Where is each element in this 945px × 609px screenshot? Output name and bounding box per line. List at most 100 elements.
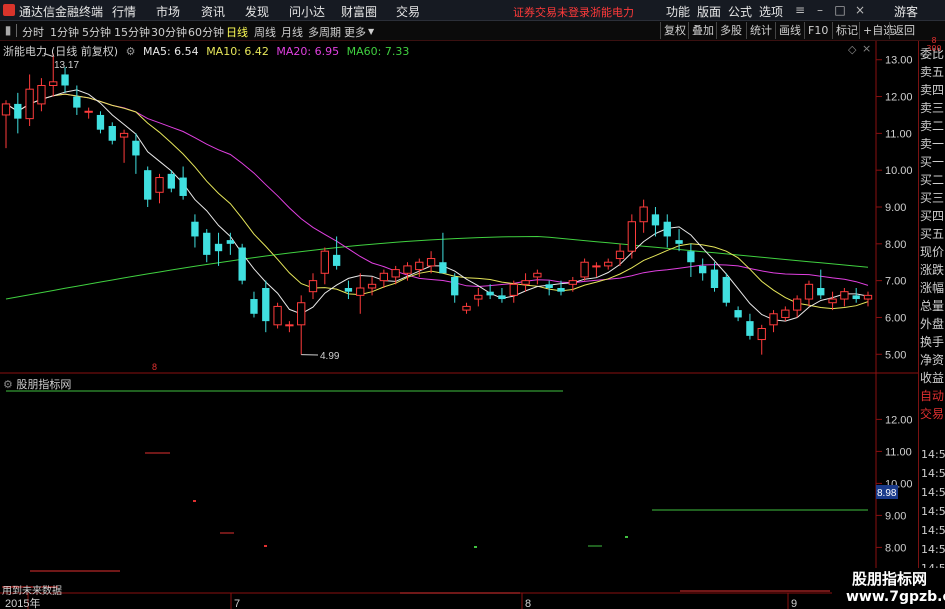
menu-functions[interactable]: 功能 — [666, 3, 690, 20]
period-30min[interactable]: 30分钟 — [151, 24, 187, 40]
adjust-button[interactable]: 复权 — [660, 22, 689, 39]
low-price-label: 4.99 — [320, 351, 340, 362]
minimize-icon[interactable]: – — [812, 2, 828, 18]
statistics-button[interactable]: 统计 — [746, 22, 775, 39]
multi-stock-button[interactable]: 多股 — [716, 22, 745, 39]
toolbar-divider — [16, 24, 17, 37]
sub-y-axis-ticks: 12.0011.0010.009.008.007.00 — [876, 414, 913, 586]
menu-discover[interactable]: 发现 — [245, 3, 269, 20]
period-1min[interactable]: 1分钟 — [50, 24, 79, 40]
watermark: 股朋指标网 www.7gpzb.com — [832, 568, 945, 609]
menu-trade[interactable]: 交易 — [396, 3, 420, 20]
period-15min[interactable]: 15分钟 — [114, 24, 150, 40]
side-panel-label: 委比 — [920, 47, 945, 61]
period-multi[interactable]: 多周期 — [308, 24, 341, 40]
sidebar-toggle-icon[interactable]: ▮ — [0, 22, 16, 38]
menu-quotes[interactable]: 行情 — [112, 3, 136, 20]
menu-wealth[interactable]: 财富圈 — [341, 3, 377, 20]
side-panel-label: 收益 — [920, 371, 945, 385]
tick-time: 14:56 — [921, 505, 945, 518]
candle-body-down — [486, 291, 494, 296]
y-tick-label: 9.00 — [885, 202, 906, 214]
side-panel-label[interactable]: 自动 — [920, 387, 945, 405]
side-panel-label: 换手 — [920, 335, 945, 349]
sub-y-tick-label: 9.00 — [885, 510, 906, 522]
x-label-aug: 8 — [525, 598, 531, 609]
side-panel-label: 总量 — [920, 299, 945, 313]
f10-button[interactable]: F10 — [804, 22, 831, 39]
candlestick-chart[interactable]: 13.00 12.00 11.00 10.00 9.00 8.00 7.00 6.00 5.00… — [0, 41, 945, 609]
guest-login[interactable]: 游客 — [894, 3, 918, 20]
maximize-icon[interactable]: □ — [832, 2, 848, 18]
candle-body-down — [262, 288, 270, 322]
indicator-dot — [193, 500, 196, 502]
sub-gear-icon[interactable]: ⚙ — [3, 378, 13, 391]
period-more[interactable]: 更多 — [344, 24, 366, 40]
y-tick-label: 10.00 — [885, 165, 913, 177]
side-panel-label: 买二 — [920, 173, 945, 187]
candle-body-down — [746, 321, 754, 336]
ma-legend: 浙能电力 (日线 前复权) ⚙ MA5: 6.54 MA10: 6.42 MA20… — [3, 43, 413, 59]
candle-body-up — [308, 280, 318, 293]
candle-body-up — [792, 298, 802, 311]
side-panel-label: 买四 — [920, 209, 945, 223]
y-tick-label: 6.00 — [885, 312, 906, 324]
side-panel-label: 买五 — [920, 227, 945, 241]
trade-login-notice[interactable]: 证券交易未登录 — [513, 4, 590, 20]
y-tick-label: 7.00 — [885, 276, 906, 288]
watermark-line1: 股朋指标网 — [852, 570, 928, 588]
period-weekly[interactable]: 周线 — [254, 24, 276, 40]
close-icon[interactable]: × — [852, 2, 868, 18]
period-intraday[interactable]: 分时 — [22, 24, 44, 40]
candle-body-up — [781, 309, 790, 318]
side-panel-label[interactable]: 交易 — [920, 405, 945, 423]
candle-body-up — [367, 283, 377, 289]
indicator-dot — [474, 546, 477, 548]
candle-body-down — [226, 240, 235, 244]
back-button[interactable]: 返回 — [889, 22, 918, 39]
side-panel-label: 涨幅 — [920, 281, 945, 295]
indicator-dot — [625, 536, 628, 538]
period-daily[interactable]: 日线 — [226, 24, 248, 40]
stock-name-label: 浙能电力 — [3, 45, 47, 58]
settings-gear-icon[interactable]: ⚙ — [126, 45, 136, 58]
candle-body-down — [61, 74, 69, 86]
menu-formula[interactable]: 公式 — [728, 3, 752, 20]
collapse-icon[interactable]: ◇ — [848, 43, 856, 56]
candle-body-down — [73, 96, 81, 108]
period-60min[interactable]: 60分钟 — [188, 24, 224, 40]
side-panel-label: 卖三 — [920, 101, 945, 115]
period-5min[interactable]: 5分钟 — [82, 24, 111, 40]
candle-body-up — [285, 324, 294, 327]
candle-body-up — [391, 269, 400, 278]
more-dropdown-icon[interactable]: ▼ — [368, 27, 374, 36]
pane-close-icon[interactable]: × — [862, 42, 871, 55]
draw-line-button[interactable]: 画线 — [775, 22, 804, 39]
candle-body-up — [615, 250, 625, 260]
menu-market[interactable]: 市场 — [156, 3, 180, 20]
candle-body-up — [509, 283, 518, 296]
period-monthly[interactable]: 月线 — [281, 24, 303, 40]
chart-area[interactable]: 13.00 12.00 11.00 10.00 9.00 8.00 7.00 6.00 5.00… — [0, 41, 945, 609]
ma20-line — [5, 93, 869, 288]
ma20-value: MA20: 6.95 — [276, 45, 340, 58]
candle-body-down — [439, 262, 447, 274]
sub-y-tick-label: 8.00 — [885, 542, 906, 554]
candle-body-up — [273, 305, 282, 326]
menu-options[interactable]: 选项 — [759, 3, 783, 20]
candle-body-up — [403, 265, 412, 274]
menu-news[interactable]: 资讯 — [201, 3, 225, 20]
app-title: 通达信金融终端 — [19, 5, 104, 19]
menu-icon[interactable]: ≡ — [792, 2, 808, 18]
candle-body-up — [119, 132, 129, 138]
candle-body-up — [474, 294, 483, 300]
mark-button[interactable]: 标记 — [832, 22, 861, 39]
side-panel-label: 涨跌 — [920, 263, 945, 277]
candles — [1, 53, 873, 355]
y-tick-label: 5.00 — [885, 349, 906, 361]
menu-layout[interactable]: 版面 — [697, 3, 721, 20]
tick-time: 14:56 — [921, 543, 945, 556]
menu-assistant[interactable]: 问小达 — [289, 3, 325, 20]
overlay-button[interactable]: 叠加 — [688, 22, 717, 39]
candle-body-down — [498, 295, 506, 300]
